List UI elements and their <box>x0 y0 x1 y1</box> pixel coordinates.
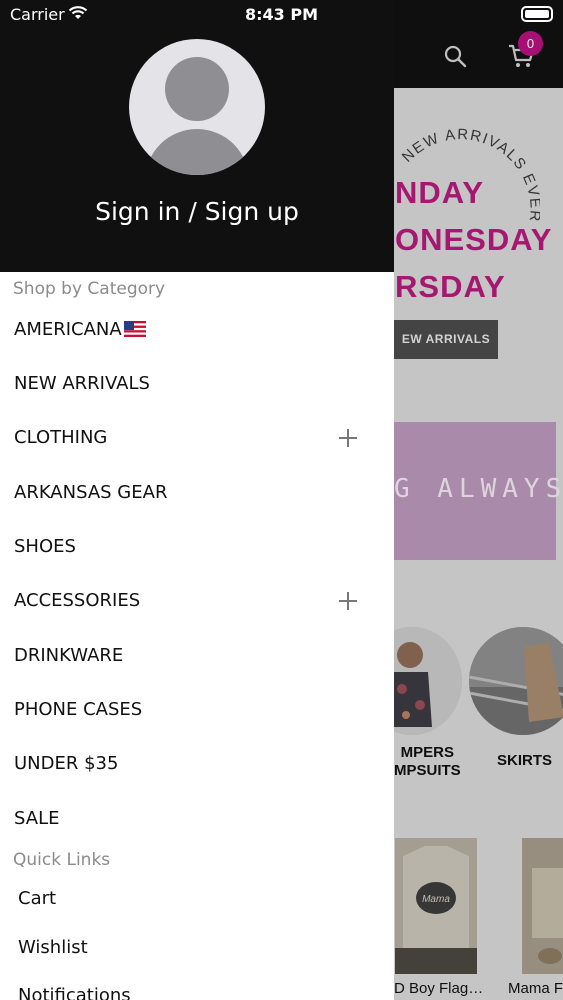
menu-item-label: PHONE CASES <box>14 699 143 720</box>
quick-link-cart[interactable]: Cart <box>0 878 394 922</box>
menu-item-arkansas-gear[interactable]: ARKANSAS GEAR <box>0 470 394 518</box>
clock: 8:43 PM <box>244 5 318 24</box>
us-flag-icon <box>123 321 146 342</box>
menu-item-sale[interactable]: SALE <box>0 796 394 844</box>
menu-item-label: CLOTHING <box>14 427 108 448</box>
quick-link-notifications[interactable]: Notifications <box>0 975 394 1000</box>
sign-in-link[interactable]: Sign in / Sign up <box>0 197 394 226</box>
menu-item-under-35[interactable]: UNDER $35 <box>0 741 394 789</box>
shop-by-category-heading: Shop by Category <box>13 279 166 299</box>
expand-plus-icon[interactable] <box>339 429 357 447</box>
menu-item-accessories[interactable]: ACCESSORIES <box>0 578 394 626</box>
menu-item-label: SALE <box>14 808 60 829</box>
quick-link-wishlist[interactable]: Wishlist <box>0 927 394 971</box>
drawer-header: Sign in / Sign up <box>0 0 394 272</box>
expand-plus-icon[interactable] <box>339 592 357 610</box>
menu-item-label: DRINKWARE <box>14 645 124 666</box>
menu-item-shoes[interactable]: SHOES <box>0 524 394 572</box>
menu-item-label: UNDER $35 <box>14 753 119 774</box>
menu-item-phone-cases[interactable]: PHONE CASES <box>0 687 394 735</box>
quick-link-label: Wishlist <box>18 937 88 958</box>
quick-links-heading: Quick Links <box>13 850 111 870</box>
menu-item-new-arrivals[interactable]: NEW ARRIVALS <box>0 361 394 409</box>
menu-item-drinkware[interactable]: DRINKWARE <box>0 633 394 681</box>
quick-link-label: Notifications <box>18 985 131 1000</box>
avatar-icon[interactable] <box>129 39 265 175</box>
menu-item-label: ACCESSORIES <box>14 590 141 611</box>
menu-item-americana[interactable]: AMERICANA <box>0 307 394 355</box>
menu-item-label: SHOES <box>14 536 76 557</box>
menu-item-label: NEW ARRIVALS <box>14 373 150 394</box>
menu-item-label: ARKANSAS GEAR <box>14 482 168 503</box>
status-bar: Carrier 8:43 PM <box>0 0 563 30</box>
quick-link-label: Cart <box>18 888 57 909</box>
battery-icon <box>521 6 553 22</box>
side-drawer: Sign in / Sign up Shop by Category AMERI… <box>0 0 394 1000</box>
menu-item-label: AMERICANA <box>14 319 122 340</box>
menu-item-clothing[interactable]: CLOTHING <box>0 415 394 463</box>
